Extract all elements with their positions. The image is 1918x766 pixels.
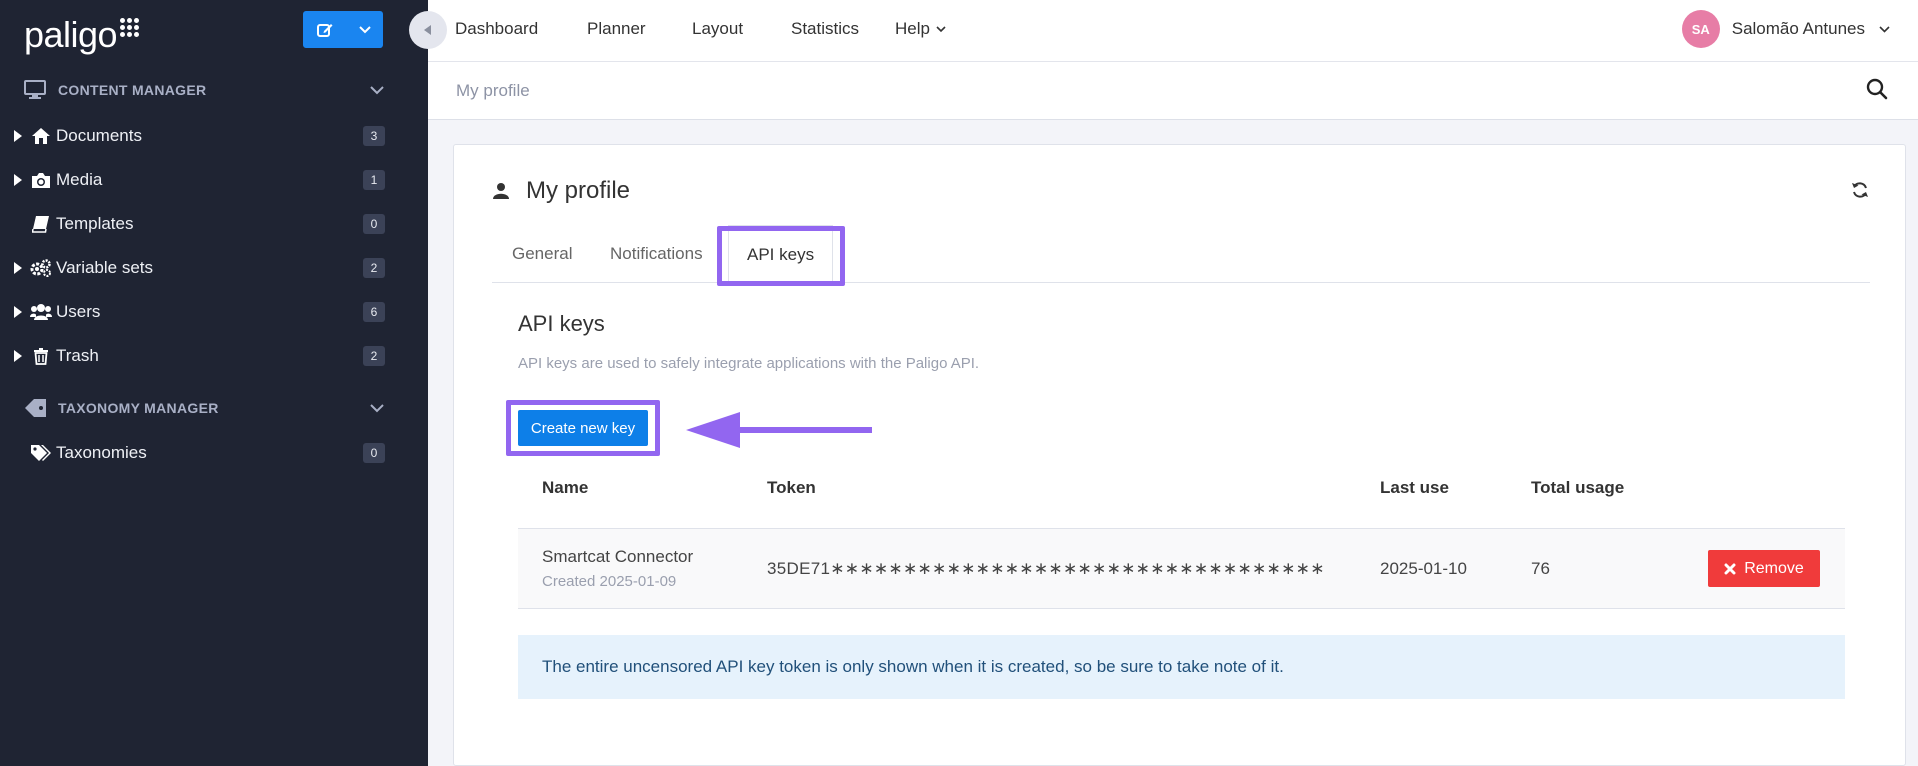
page-title: My profile: [492, 177, 630, 205]
sidebar-item-users[interactable]: Users 6: [0, 294, 428, 330]
annotation-arrow-icon: [686, 410, 876, 455]
collapse-sidebar-button[interactable]: [409, 11, 447, 49]
caret-right-icon[interactable]: [10, 130, 26, 142]
home-icon: [28, 127, 54, 145]
chevron-down-icon: [370, 82, 384, 98]
nav-layout[interactable]: Layout: [692, 0, 743, 58]
count-badge: 3: [363, 126, 385, 146]
edit-icon: [303, 21, 347, 39]
caret-left-icon: [424, 25, 431, 35]
key-last-use: 2025-01-10: [1380, 559, 1467, 578]
nav-help-label: Help: [895, 19, 930, 38]
gears-icon: [28, 259, 54, 277]
tab-general[interactable]: General: [512, 225, 572, 283]
trash-icon: [28, 347, 54, 365]
remove-label: Remove: [1744, 559, 1804, 577]
remove-button[interactable]: Remove: [1708, 550, 1820, 587]
tags-icon: [28, 444, 54, 462]
sidebar-item-label: Variable sets: [56, 258, 154, 277]
chevron-down-icon: [1879, 25, 1890, 33]
tab-highlight-box: [717, 226, 845, 286]
table-row: Smartcat Connector Created 2025-01-09 35…: [518, 529, 1845, 609]
breadcrumb[interactable]: My profile: [456, 81, 530, 101]
create-new-key-button[interactable]: Create new key: [518, 410, 648, 446]
caret-right-icon[interactable]: [10, 174, 26, 186]
key-token: 35DE71∗∗∗∗∗∗∗∗∗∗∗∗∗∗∗∗∗∗∗∗∗∗∗∗∗∗∗∗∗∗∗∗∗∗: [767, 559, 1325, 578]
caret-right-icon[interactable]: [10, 306, 26, 318]
sidebar-item-label: Documents: [56, 126, 142, 145]
taxonomy-manager-label: TAXONOMY MANAGER: [58, 400, 219, 416]
tab-notifications[interactable]: Notifications: [610, 225, 703, 283]
column-header-name: Name: [542, 478, 589, 497]
close-icon: [1724, 563, 1736, 575]
info-alert: The entire uncensored API key token is o…: [518, 635, 1845, 699]
column-header-token: Token: [767, 478, 816, 497]
key-created-date: Created 2025-01-09: [542, 573, 677, 590]
paligo-logo[interactable]: paligo: [24, 14, 140, 56]
count-badge: 2: [363, 346, 385, 366]
search-icon[interactable]: [1866, 78, 1888, 105]
key-name: Smartcat Connector: [542, 547, 694, 566]
sidebar-item-trash[interactable]: Trash 2: [0, 338, 428, 374]
sidebar-item-taxonomies[interactable]: Taxonomies 0: [0, 435, 428, 471]
logo-text: paligo: [24, 14, 118, 55]
create-content-button[interactable]: [303, 11, 383, 48]
taxonomy-manager-header[interactable]: TAXONOMY MANAGER: [24, 393, 384, 423]
count-badge: 6: [363, 302, 385, 322]
chevron-down-icon: [936, 25, 946, 32]
breadcrumb-bar: My profile: [428, 62, 1918, 120]
sidebar-item-label: Media: [56, 170, 103, 189]
count-badge: 0: [363, 443, 385, 463]
caret-right-icon[interactable]: [10, 262, 26, 274]
chevron-down-icon: [370, 400, 384, 416]
nav-help[interactable]: Help: [895, 0, 946, 58]
user-icon: [492, 182, 510, 200]
sidebar-item-variable-sets[interactable]: Variable sets 2: [0, 250, 428, 286]
column-header-last-use: Last use: [1380, 478, 1449, 497]
top-navigation-bar: Dashboard Planner Layout Statistics Help…: [409, 0, 1918, 62]
sidebar-item-media[interactable]: Media 1: [0, 162, 428, 198]
profile-card: My profile General Notifications API key…: [453, 144, 1906, 766]
users-icon: [28, 303, 54, 321]
book-icon: [28, 215, 54, 233]
user-menu[interactable]: SA Salomão Antunes: [1681, 10, 1890, 48]
sidebar-item-documents[interactable]: Documents 3: [0, 118, 428, 154]
sidebar-item-label: Trash: [56, 346, 99, 365]
logo-dots-icon: [120, 18, 140, 37]
key-total-usage: 76: [1531, 559, 1550, 578]
api-keys-title: API keys: [518, 311, 605, 336]
nav-statistics[interactable]: Statistics: [791, 0, 859, 58]
count-badge: 0: [363, 214, 385, 234]
monitor-icon: [24, 80, 48, 100]
sidebar: paligo CONTENT MANAGER Documents 3 Media…: [0, 0, 428, 766]
sidebar-item-label: Users: [56, 302, 101, 321]
content-manager-header[interactable]: CONTENT MANAGER: [24, 75, 384, 105]
sidebar-item-label: Taxonomies: [56, 443, 147, 462]
api-keys-description: API keys are used to safely integrate ap…: [518, 355, 980, 372]
count-badge: 1: [363, 170, 385, 190]
page-title-text: My profile: [526, 177, 631, 204]
chevron-down-icon: [347, 25, 383, 34]
column-header-total-usage: Total usage: [1531, 478, 1625, 497]
count-badge: 2: [363, 258, 385, 278]
sidebar-item-templates[interactable]: Templates 0: [0, 206, 428, 242]
user-name: Salomão Antunes: [1731, 19, 1865, 38]
refresh-icon[interactable]: [1851, 181, 1869, 204]
content-manager-label: CONTENT MANAGER: [58, 82, 207, 98]
nav-planner[interactable]: Planner: [587, 0, 646, 58]
tag-icon: [24, 398, 48, 418]
caret-right-icon[interactable]: [10, 350, 26, 362]
profile-tabs: General Notifications API keys: [492, 225, 1870, 284]
nav-dashboard[interactable]: Dashboard: [455, 0, 538, 58]
avatar: SA: [1681, 10, 1720, 48]
sidebar-item-label: Templates: [56, 214, 134, 233]
camera-icon: [28, 172, 54, 189]
